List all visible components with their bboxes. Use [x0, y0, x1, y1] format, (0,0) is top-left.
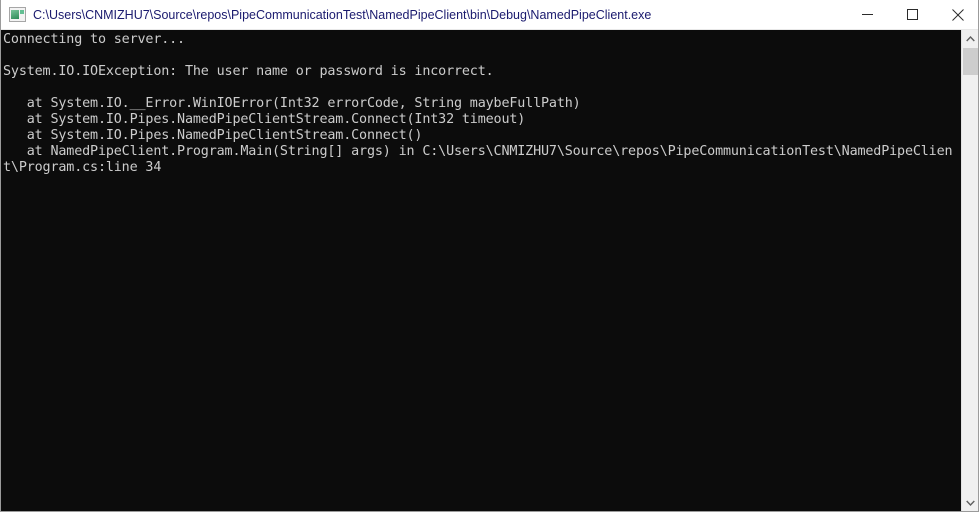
close-button[interactable] [935, 0, 978, 29]
vertical-scrollbar[interactable] [961, 30, 978, 511]
caption-button-group [845, 0, 978, 29]
close-icon [951, 8, 964, 21]
maximize-icon [907, 9, 918, 20]
scrollbar-track[interactable] [962, 47, 978, 494]
chevron-down-icon [965, 500, 975, 506]
app-icon-screen-accent [20, 9, 24, 14]
console-output-text: Connecting to server... System.IO.IOExce… [3, 32, 953, 175]
chevron-up-icon [965, 35, 975, 41]
minimize-icon [862, 14, 873, 15]
scroll-up-button[interactable] [962, 30, 978, 47]
titlebar[interactable]: C:\Users\CNMIZHU7\Source\repos\PipeCommu… [1, 0, 978, 30]
console-app-icon[interactable] [9, 6, 26, 23]
window-title: C:\Users\CNMIZHU7\Source\repos\PipeCommu… [33, 7, 652, 22]
scroll-down-button[interactable] [962, 494, 978, 511]
minimize-button[interactable] [845, 0, 890, 29]
console-window: C:\Users\CNMIZHU7\Source\repos\PipeCommu… [0, 0, 979, 512]
app-icon-screen [11, 9, 19, 19]
console-output-area[interactable]: Connecting to server... System.IO.IOExce… [1, 30, 962, 511]
maximize-button[interactable] [890, 0, 935, 29]
scrollbar-thumb[interactable] [963, 48, 978, 75]
